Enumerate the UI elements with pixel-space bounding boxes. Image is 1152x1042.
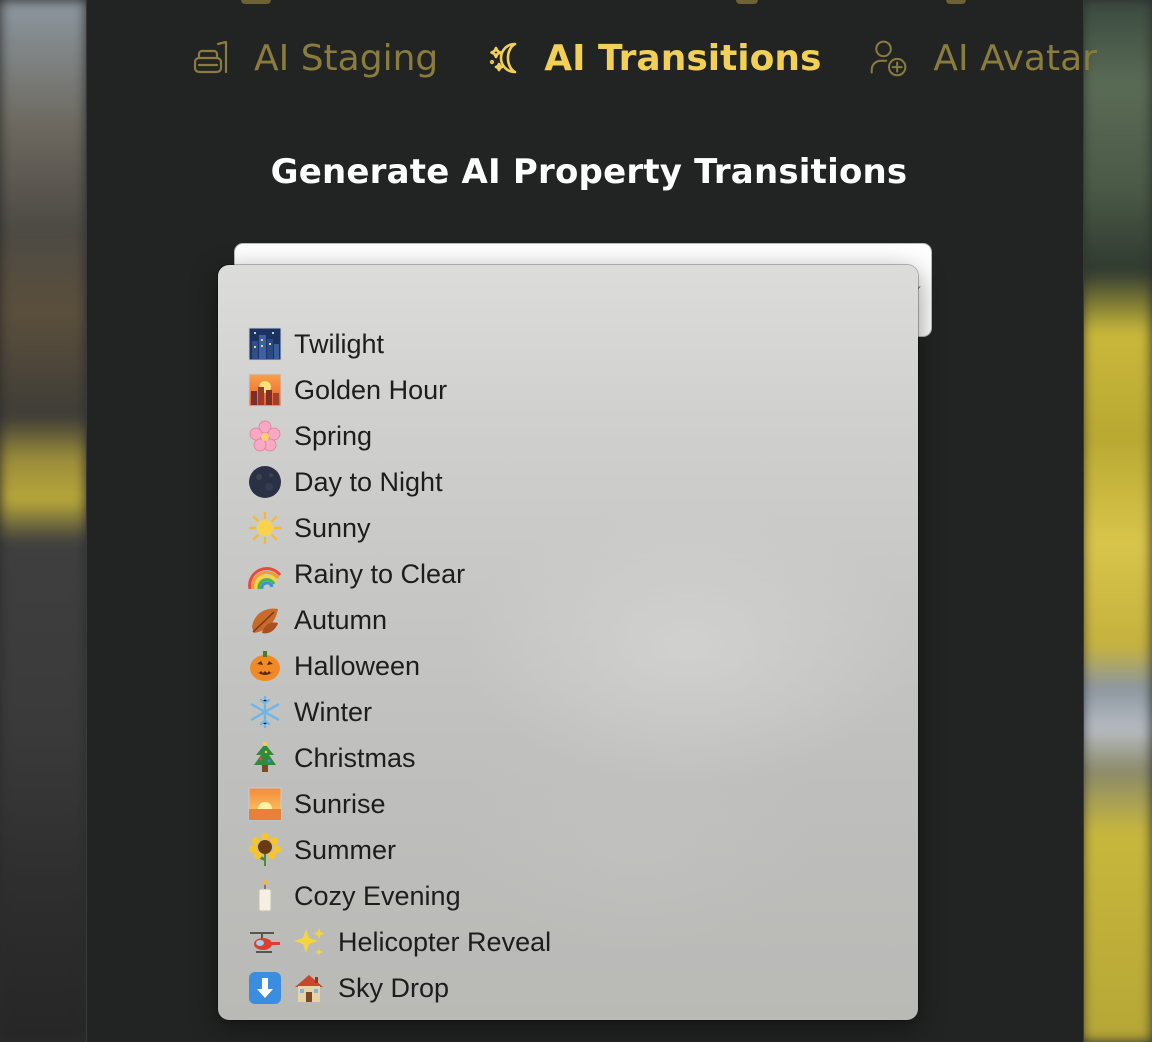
menu-item-label: Halloween — [294, 650, 421, 681]
background-right — [1082, 0, 1152, 1042]
fallen-leaf-icon — [248, 603, 282, 637]
partial-icon — [736, 0, 758, 4]
sunrise-icon — [248, 787, 282, 821]
sparkles-icon — [292, 925, 326, 959]
partial-icon — [241, 0, 271, 4]
menu-item-label: Sunny — [294, 512, 371, 543]
menu-item-label: Golden Hour — [294, 374, 448, 405]
menu-item-label: Day to Night — [294, 466, 443, 497]
menu-item-halloween[interactable]: Halloween — [218, 643, 918, 689]
menu-item-label: Cozy Evening — [294, 880, 461, 911]
christmas-tree-icon — [248, 741, 282, 775]
menu-item-day-to-night[interactable]: Day to Night — [218, 459, 918, 505]
sun-icon — [248, 511, 282, 545]
menu-item-label: Summer — [294, 834, 397, 865]
menu-item-label: Rainy to Clear — [294, 558, 466, 589]
tab-ai-avatar[interactable]: AI Avatar — [869, 38, 1097, 79]
tab-bar: AI Staging AI Transitions AI Avatar — [190, 30, 1097, 86]
top-tab-row-partial — [86, 0, 1082, 10]
menu-item-christmas[interactable]: Christmas — [218, 735, 918, 781]
menu-item-rainy-to-clear[interactable]: Rainy to Clear — [218, 551, 918, 597]
user-plus-icon — [869, 38, 909, 78]
menu-item-label: Winter — [294, 696, 373, 727]
menu-item-twilight[interactable]: Twilight — [218, 321, 918, 367]
menu-item-label: Sunrise — [294, 788, 386, 819]
city-night-icon — [248, 327, 282, 361]
jack-o-lantern-icon — [248, 649, 282, 683]
menu-item-label: Christmas — [294, 742, 416, 773]
menu-item-label: Twilight — [294, 328, 385, 359]
menu-item-winter[interactable]: Winter — [218, 689, 918, 735]
transition-dropdown-menu: Twilight Golden Hour Spring Day to Night… — [218, 265, 918, 1020]
house-icon — [292, 971, 326, 1005]
sunflower-icon — [248, 833, 282, 867]
page: AI Staging AI Transitions AI Avatar Gene… — [0, 0, 1152, 1042]
background-left — [0, 0, 86, 1042]
menu-item-spring[interactable]: Spring — [218, 413, 918, 459]
menu-item-label: Helicopter Reveal — [338, 926, 552, 957]
down-arrow-icon — [248, 971, 282, 1005]
new-moon-icon — [248, 465, 282, 499]
helicopter-icon — [248, 925, 282, 959]
tab-label: AI Avatar — [933, 37, 1097, 79]
menu-item-sunny[interactable]: Sunny — [218, 505, 918, 551]
menu-item-golden-hour[interactable]: Golden Hour — [218, 367, 918, 413]
tab-ai-staging[interactable]: AI Staging — [190, 38, 438, 79]
cherry-blossom-icon — [248, 419, 282, 453]
menu-item-sunrise[interactable]: Sunrise — [218, 781, 918, 827]
menu-item-label: Sky Drop — [338, 972, 450, 1003]
page-title: Generate AI Property Transitions — [270, 152, 908, 192]
menu-item-label: Spring — [294, 420, 373, 451]
menu-item-cozy-evening[interactable]: Cozy Evening — [218, 873, 918, 919]
menu-item-autumn[interactable]: Autumn — [218, 597, 918, 643]
menu-item-sky-drop[interactable]: Sky Drop — [218, 965, 918, 1011]
tab-label: AI Staging — [254, 37, 439, 79]
candle-icon — [248, 879, 282, 913]
partial-icon — [946, 0, 966, 4]
rainbow-icon — [248, 557, 282, 591]
snowflake-icon — [248, 695, 282, 729]
menu-item-helicopter-reveal[interactable]: Helicopter Reveal — [218, 919, 918, 965]
tab-ai-transitions[interactable]: AI Transitions — [486, 38, 821, 79]
menu-item-label: Autumn — [294, 604, 388, 635]
sparkle-moon-icon — [486, 38, 522, 78]
menu-item-summer[interactable]: Summer — [218, 827, 918, 873]
city-sunset-icon — [248, 373, 282, 407]
sofa-icon — [190, 38, 230, 78]
tab-label: AI Transitions — [544, 37, 822, 79]
